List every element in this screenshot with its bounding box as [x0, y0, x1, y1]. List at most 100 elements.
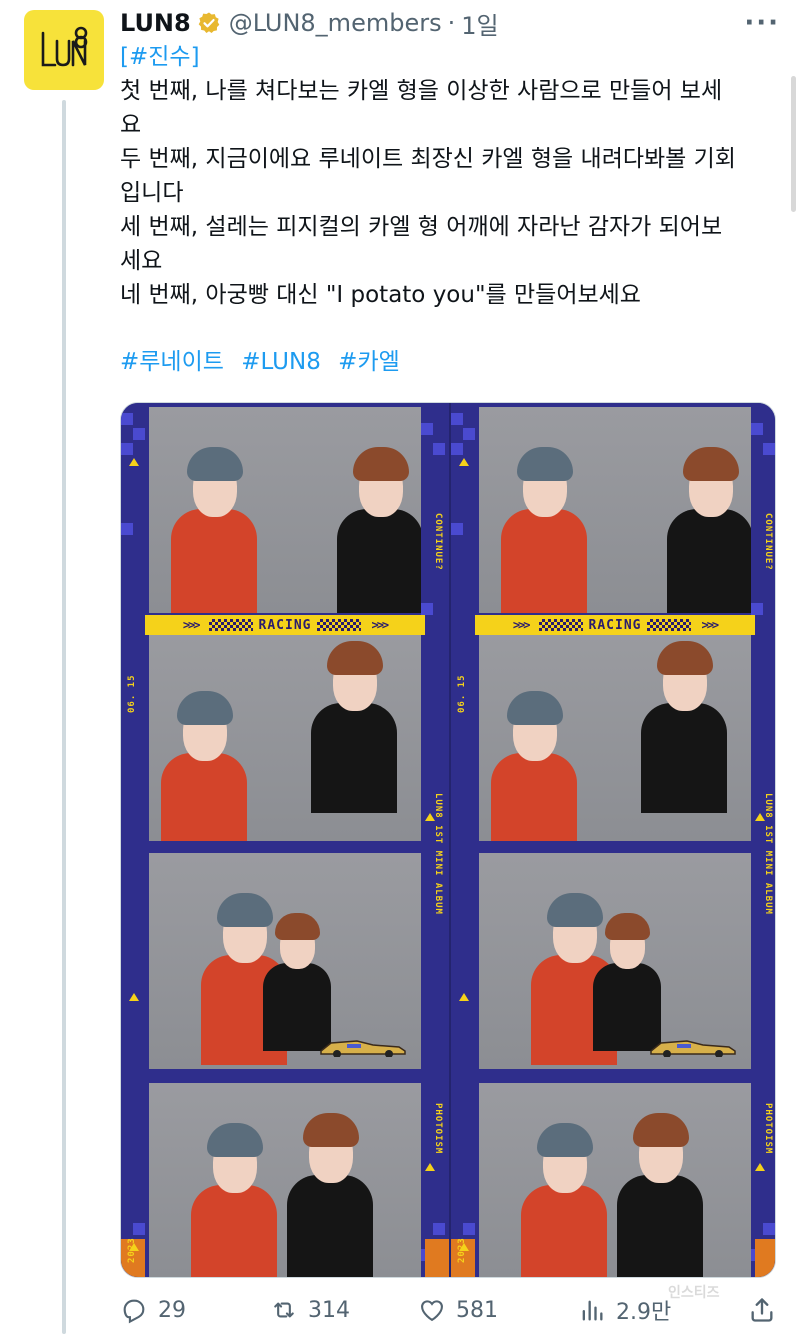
person-body [501, 509, 587, 613]
share-icon [751, 1298, 773, 1322]
tweet-line: 네 번째, 아궁빵 대신 "I potato you"를 만들어보세요 [120, 282, 641, 308]
tweet-line: 두 번째, 지금이에요 루네이트 최장신 카엘 형을 내려다봐볼 기회 [120, 146, 736, 172]
tweet-media-image[interactable]: >>> RACING >>> CONTINUE? LUN8 1ST MINI ALBUM… [120, 402, 776, 1278]
checker-block [451, 413, 463, 425]
verified-badge-icon [197, 11, 221, 35]
hashtag-link[interactable]: #카엘 [338, 349, 400, 375]
race-car-icon [647, 1035, 737, 1058]
tweet-line: 첫 번째, 나를 쳐다보는 카엘 형을 이상한 사람으로 만들어 보세 [120, 78, 723, 104]
photo-frame [149, 631, 421, 841]
photo-frame [149, 407, 421, 613]
checker-block [763, 1223, 775, 1235]
tweet-text: [#진수] 첫 번째, 나를 쳐다보는 카엘 형을 이상한 사람으로 만들어 보… [120, 40, 770, 312]
retweet-icon [274, 1302, 294, 1318]
orange-base [755, 1239, 775, 1277]
photo-frame [149, 1083, 421, 1277]
person-hair [275, 913, 321, 941]
timestamp[interactable]: 1일 [461, 6, 498, 41]
person-body [521, 1185, 607, 1277]
checker-block [121, 443, 133, 455]
triangle-marker-icon [129, 458, 139, 466]
like-button[interactable]: 581 [418, 1296, 578, 1324]
checker-block [133, 428, 145, 440]
chevron-decor: >>> [701, 618, 719, 632]
person-body [337, 509, 421, 613]
hashtag-link[interactable]: #루네이트 [120, 349, 224, 375]
side-text-continue: CONTINUE? [433, 513, 443, 571]
side-text-date: 06. 15 [457, 674, 467, 713]
checker-flag-decor [647, 619, 692, 631]
triangle-marker-icon [459, 1243, 469, 1251]
person-body [161, 753, 247, 841]
chevron-decor: >>> [371, 618, 389, 632]
tweet-line: 세 번째, 설레는 피지컬의 카엘 형 어깨에 자라난 감자가 되어보 [120, 214, 723, 240]
racing-label: RACING [258, 617, 312, 633]
reply-button[interactable]: 29 [120, 1296, 270, 1324]
person-hair [547, 893, 603, 927]
triangle-marker-icon [755, 813, 765, 821]
triangle-marker-icon [459, 993, 469, 1001]
photo-strip: >>> RACING >>> CONTINUE? LUN8 1ST MINI ALBUM… [121, 403, 449, 1277]
person-body [641, 703, 727, 813]
person-hair [327, 641, 383, 675]
checker-flag-decor [317, 619, 362, 631]
checker-block [433, 443, 445, 455]
person-hair [177, 691, 233, 725]
scrollbar[interactable] [791, 76, 796, 212]
triangle-marker-icon [129, 1243, 139, 1251]
person-body [171, 509, 257, 613]
side-text-photoism: PHOTOISM [763, 1103, 773, 1155]
racing-banner: >>> RACING >>> [145, 615, 425, 635]
handle[interactable]: @LUN8_members [229, 9, 442, 37]
person-hair [683, 447, 739, 481]
triangle-marker-icon [425, 813, 435, 821]
retweet-count: 314 [308, 1297, 350, 1323]
person-hair [657, 641, 713, 675]
photo-frame [479, 631, 751, 841]
person-hair [537, 1123, 593, 1157]
tweet-page: LUN8 @LUN8_members · 1일 ··· [#진수] 첫 번째, … [0, 0, 800, 1334]
more-options-icon[interactable]: ··· [744, 10, 780, 36]
person-body [667, 509, 751, 613]
hashtag-link[interactable]: #LUN8 [241, 349, 321, 375]
side-text-date: 06. 15 [127, 674, 137, 713]
racing-label: RACING [588, 617, 642, 633]
lun8-logo-icon [41, 26, 88, 67]
display-name[interactable]: LUN8 [120, 9, 191, 37]
person-hair [605, 913, 651, 941]
side-text-album: LUN8 1ST MINI ALBUM [763, 793, 773, 915]
heart-icon [421, 1300, 443, 1322]
person-hair [507, 691, 563, 725]
avatar[interactable] [24, 10, 104, 90]
person-body [287, 1175, 373, 1277]
orange-base [425, 1239, 449, 1277]
triangle-marker-icon [459, 458, 469, 466]
reply-icon [123, 1299, 145, 1324]
photo-frame [479, 407, 751, 613]
person-hair [217, 893, 273, 927]
reply-count: 29 [158, 1297, 186, 1323]
person-body [491, 753, 577, 841]
person-body [311, 703, 397, 813]
tweet-header: LUN8 @LUN8_members · 1일 ··· [120, 6, 780, 40]
person-hair [353, 447, 409, 481]
thread-line [62, 100, 66, 1334]
tweet-line: 요 [120, 112, 142, 138]
checker-block [451, 443, 463, 455]
share-button[interactable] [748, 1296, 776, 1324]
analytics-icon [582, 1300, 603, 1321]
checker-block [763, 443, 775, 455]
triangle-marker-icon [755, 1163, 765, 1171]
triangle-marker-icon [129, 993, 139, 1001]
tweet-line-hashtag: [#진수] [120, 40, 770, 74]
hashtag-list: #루네이트 #LUN8 #카엘 [120, 345, 410, 379]
hashtag-jinsu-link[interactable]: [#진수] [120, 44, 200, 70]
checker-block [421, 423, 433, 435]
checker-block [121, 413, 133, 425]
retweet-button[interactable]: 314 [270, 1296, 418, 1324]
separator-dot: · [447, 9, 456, 37]
person-hair [207, 1123, 263, 1157]
triangle-marker-icon [425, 1163, 435, 1171]
checker-flag-decor [208, 619, 253, 631]
tweet-line: 세요 [120, 248, 163, 274]
